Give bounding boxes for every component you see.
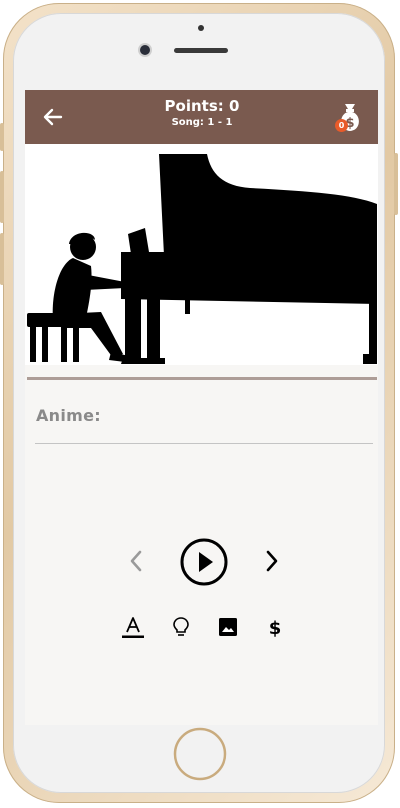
score-header: Points: 0 Song: 1 - 1 [105, 96, 299, 130]
mute-switch [0, 123, 4, 151]
svg-text:$: $ [269, 618, 282, 639]
image-divider [27, 377, 377, 380]
answer-input-underline[interactable] [35, 443, 373, 444]
dollar-icon[interactable]: $ [263, 615, 287, 639]
volume-down-button [0, 233, 4, 285]
piano-silhouette-image [25, 144, 378, 365]
chevron-left-icon[interactable] [125, 548, 147, 574]
volume-up-button [0, 171, 4, 223]
points-label: Points: 0 [164, 97, 240, 115]
top-bar: Points: 0 Song: 1 - 1 $ 0 [25, 90, 378, 144]
home-button[interactable] [172, 726, 228, 782]
app-screen: Points: 0 Song: 1 - 1 $ 0 Anime: $ [25, 90, 378, 725]
chevron-right-icon[interactable] [261, 548, 283, 574]
play-circle-icon[interactable] [179, 537, 229, 587]
lightbulb-icon[interactable] [169, 615, 193, 639]
image-icon[interactable] [216, 615, 240, 639]
letter-a-icon[interactable] [121, 615, 145, 639]
answer-label: Anime: [36, 406, 101, 425]
earpiece-speaker [174, 48, 228, 53]
arrow-left-icon[interactable] [39, 104, 67, 130]
power-button [394, 153, 398, 215]
song-label: Song: 1 - 1 [171, 117, 233, 128]
coin-count-badge: 0 [335, 119, 348, 132]
sensor [198, 25, 204, 31]
front-camera [140, 45, 150, 55]
